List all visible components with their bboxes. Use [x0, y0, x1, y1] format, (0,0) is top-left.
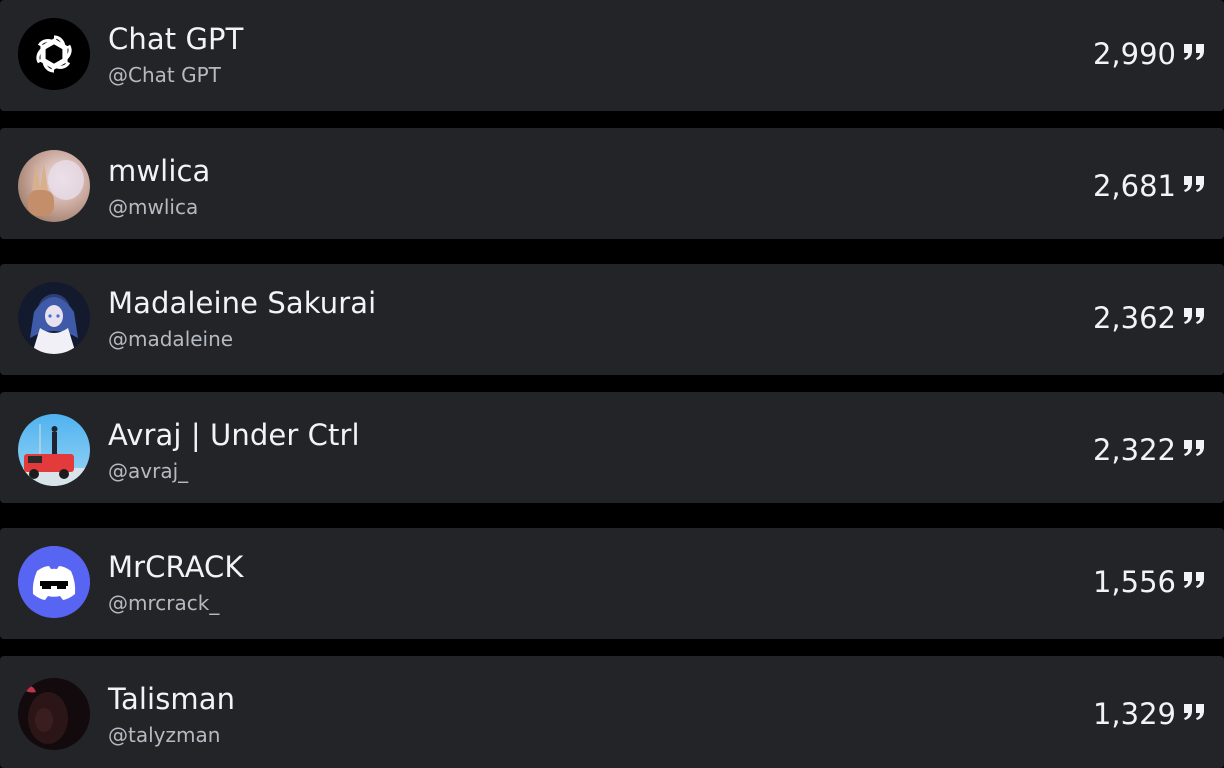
leaderboard-row[interactable]: Talisman @talyzman 1,329: [0, 656, 1224, 768]
message-count: 2,362: [1092, 301, 1176, 335]
user-name[interactable]: mwlica: [108, 154, 210, 188]
photo-avatar[interactable]: [18, 150, 90, 222]
car-photo-avatar[interactable]: [18, 414, 90, 486]
user-handle: @avraj_: [108, 459, 189, 483]
user-handle: @Chat GPT: [108, 63, 221, 87]
user-name[interactable]: Avraj | Under Ctrl: [108, 418, 360, 452]
message-count: 2,990: [1092, 37, 1176, 71]
quote-icon: [1182, 42, 1206, 62]
quote-icon: [1182, 702, 1206, 722]
discord-logo-icon[interactable]: [18, 546, 90, 618]
message-count: 2,322: [1092, 433, 1176, 467]
dark-photo-avatar[interactable]: [18, 678, 90, 750]
message-count: 1,556: [1092, 565, 1176, 599]
leaderboard-row[interactable]: Avraj | Under Ctrl @avraj_ 2,322: [0, 392, 1224, 503]
quote-icon: [1182, 438, 1206, 458]
user-name[interactable]: Talisman: [108, 682, 235, 716]
leaderboard-row[interactable]: mwlica @mwlica 2,681: [0, 128, 1224, 239]
user-handle: @mwlica: [108, 195, 199, 219]
user-handle: @talyzman: [108, 723, 221, 747]
message-count: 1,329: [1092, 697, 1176, 731]
message-count: 2,681: [1092, 169, 1176, 203]
user-handle: @mrcrack_: [108, 591, 220, 615]
leaderboard-row[interactable]: Chat GPT @Chat GPT 2,990: [0, 0, 1224, 111]
user-name[interactable]: Madaleine Sakurai: [108, 286, 376, 320]
anime-avatar[interactable]: [18, 282, 90, 354]
leaderboard-row[interactable]: MrCRACK @mrcrack_ 1,556: [0, 528, 1224, 639]
quote-icon: [1182, 306, 1206, 326]
user-name[interactable]: MrCRACK: [108, 550, 243, 584]
quote-icon: [1182, 570, 1206, 590]
user-name[interactable]: Chat GPT: [108, 22, 243, 56]
user-handle: @madaleine: [108, 327, 234, 351]
leaderboard-row[interactable]: Madaleine Sakurai @madaleine 2,362: [0, 264, 1224, 375]
leaderboard-list: Chat GPT @Chat GPT 2,990 mwlica @mwlica …: [0, 0, 1224, 768]
openai-logo-icon[interactable]: [18, 18, 90, 90]
quote-icon: [1182, 174, 1206, 194]
